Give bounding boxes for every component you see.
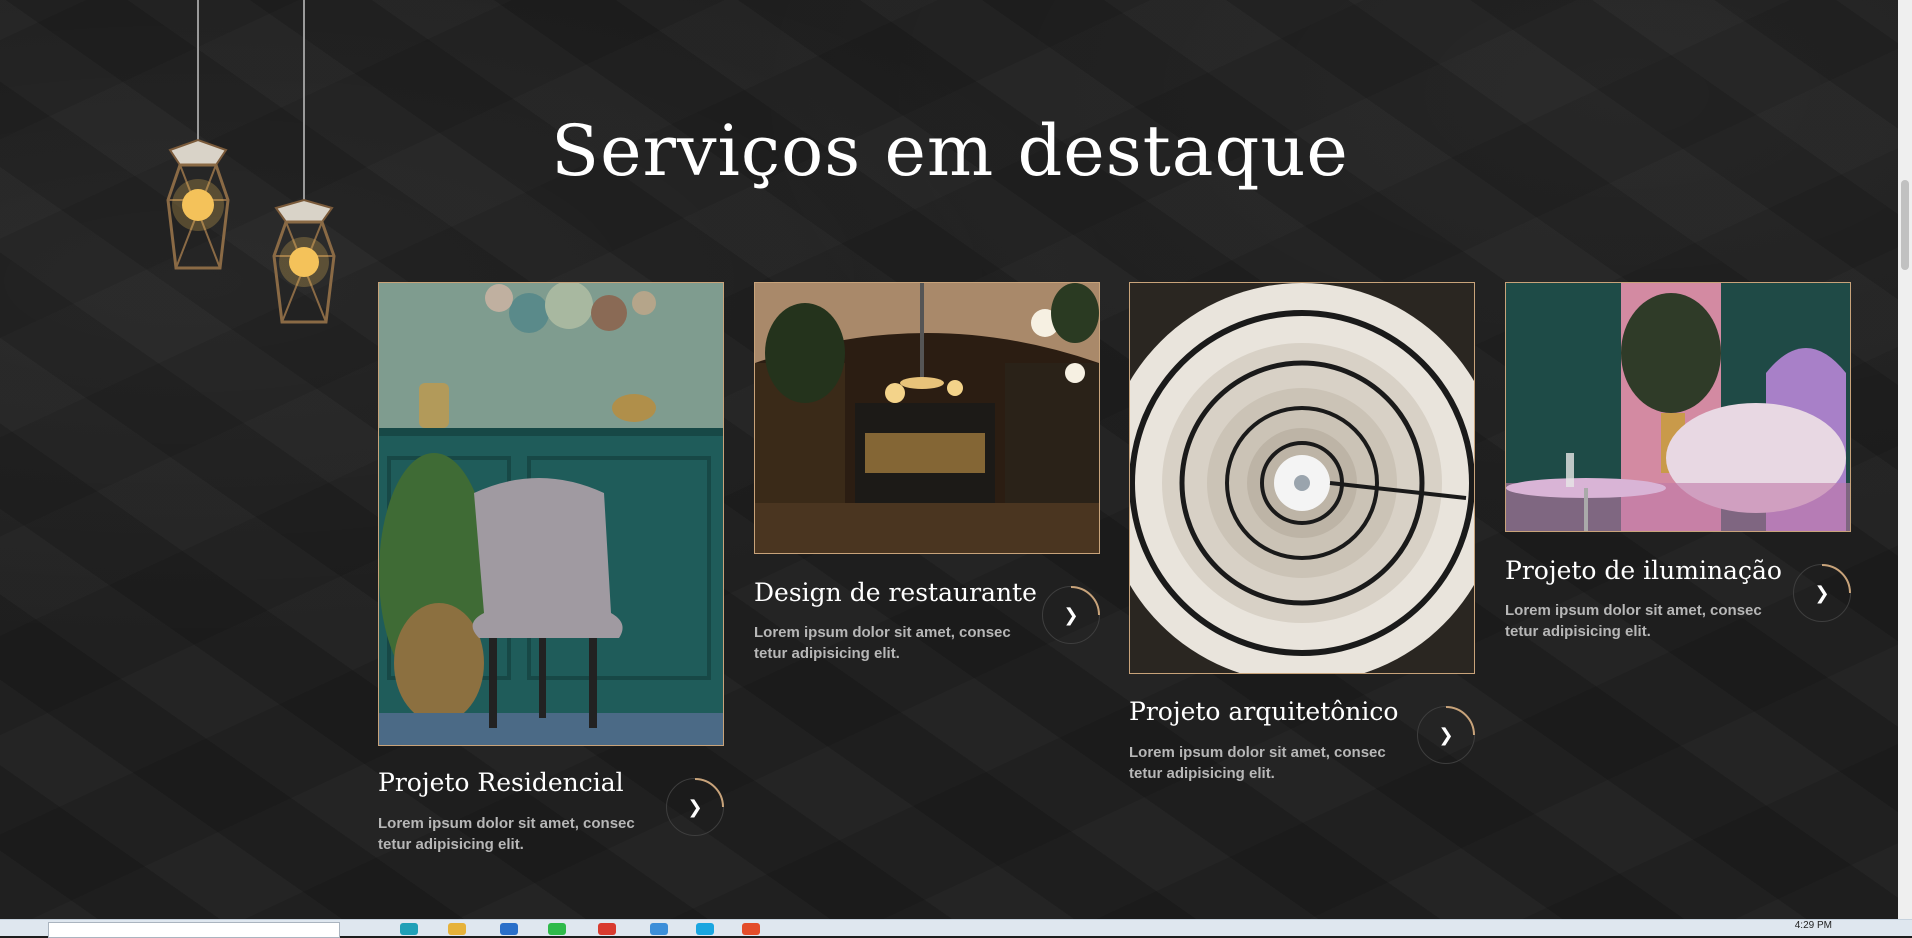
app-icon[interactable] (448, 923, 466, 935)
app-icon[interactable] (500, 923, 518, 935)
app-icon[interactable] (400, 923, 418, 935)
app-icon[interactable] (598, 923, 616, 935)
chevron-right-icon: ❯ (1063, 604, 1079, 626)
service-card-residencial[interactable]: Projeto Residencial Lorem ipsum dolor si… (378, 282, 724, 862)
taskbar-clock[interactable]: 4:29 PM (1795, 920, 1832, 931)
service-description: Lorem ipsum dolor sit amet, consec tetur… (378, 815, 635, 853)
service-description: Lorem ipsum dolor sit amet, consec tetur… (1129, 744, 1386, 782)
service-card-arquitetonico[interactable]: Projeto arquitetônico Lorem ipsum dolor … (1129, 282, 1475, 802)
service-card-iluminacao[interactable]: Projeto de iluminação Lorem ipsum dolor … (1505, 282, 1851, 662)
scrollbar-thumb[interactable] (1901, 180, 1909, 270)
app-icon[interactable] (742, 923, 760, 935)
service-card-restaurante[interactable]: Design de restaurante Lorem ipsum dolor … (754, 282, 1100, 682)
service-title[interactable]: Projeto Residencial (378, 768, 624, 797)
service-title[interactable]: Design de restaurante (754, 578, 1037, 607)
page-scrollbar[interactable] (1898, 0, 1912, 920)
chevron-right-icon: ❯ (687, 796, 703, 818)
service-title[interactable]: Projeto arquitetônico (1129, 697, 1398, 726)
service-arrow-button[interactable]: ❯ (1417, 706, 1475, 764)
app-icon[interactable] (650, 923, 668, 935)
service-description: Lorem ipsum dolor sit amet, consec tetur… (754, 624, 1011, 662)
service-image[interactable] (378, 282, 724, 746)
chevron-right-icon: ❯ (1438, 724, 1454, 746)
section-title: Serviços em destaque (551, 110, 1349, 192)
app-icon[interactable] (696, 923, 714, 935)
service-arrow-button[interactable]: ❯ (666, 778, 724, 836)
service-arrow-button[interactable]: ❯ (1793, 564, 1851, 622)
app-icon[interactable] (548, 923, 566, 935)
service-image[interactable] (754, 282, 1100, 554)
service-title[interactable]: Projeto de iluminação (1505, 556, 1782, 585)
chevron-right-icon: ❯ (1814, 582, 1830, 604)
service-image[interactable] (1505, 282, 1851, 532)
service-arrow-button[interactable]: ❯ (1042, 586, 1100, 644)
os-taskbar: 4:29 PM (0, 919, 1912, 938)
service-image[interactable] (1129, 282, 1475, 674)
service-description: Lorem ipsum dolor sit amet, consec tetur… (1505, 602, 1762, 640)
